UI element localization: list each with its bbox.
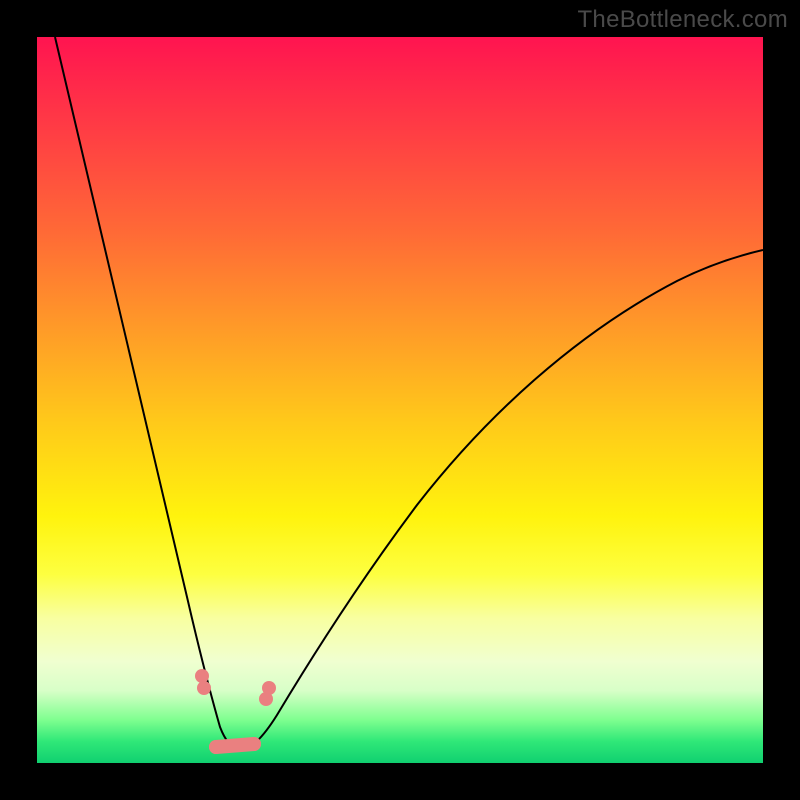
watermark-text: TheBottleneck.com xyxy=(577,6,788,34)
curve-left-branch xyxy=(55,37,239,750)
curve-right-branch xyxy=(239,250,763,750)
bar-end-right xyxy=(247,737,261,751)
bar-end-left xyxy=(209,740,223,754)
plot-background xyxy=(37,37,763,763)
curve-layer xyxy=(37,37,763,763)
chart-frame: TheBottleneck.com xyxy=(0,0,800,800)
marker-dot-left-upper xyxy=(195,669,209,683)
marker-dot-right-lower xyxy=(259,692,273,706)
marker-dot-left-lower xyxy=(197,681,211,695)
